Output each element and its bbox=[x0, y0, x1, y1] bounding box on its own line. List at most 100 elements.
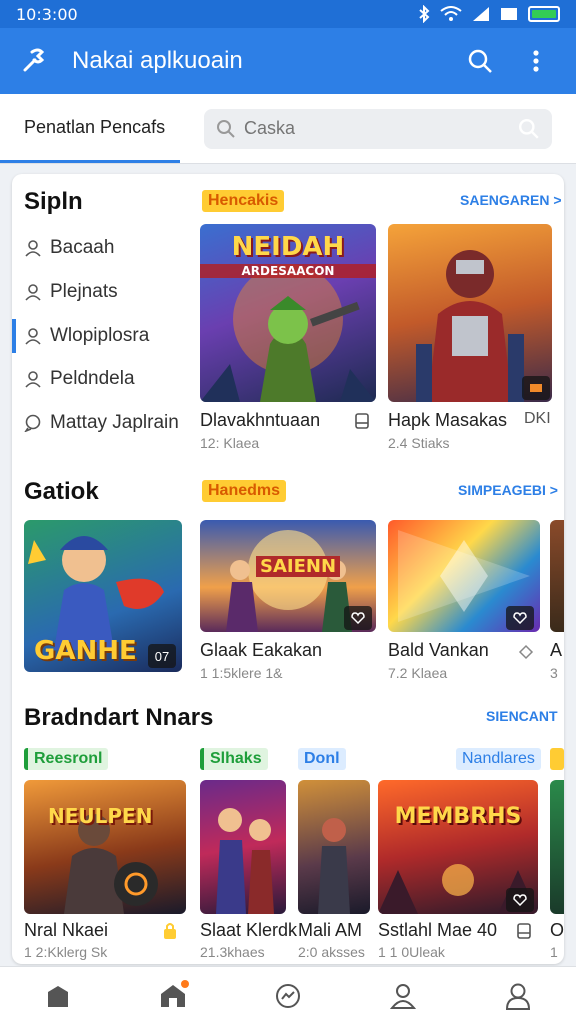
game-thumbnail[interactable] bbox=[550, 780, 564, 914]
nav-home[interactable] bbox=[28, 971, 88, 1021]
game-thumbnail[interactable]: NEULPEN bbox=[24, 780, 186, 914]
download-icon[interactable] bbox=[354, 412, 370, 430]
user-icon bbox=[25, 240, 41, 257]
heart-icon bbox=[351, 612, 365, 624]
game-name[interactable]: Sstlahl Mae 40 bbox=[378, 920, 497, 941]
game-name[interactable]: Hapk Masakas bbox=[388, 410, 507, 431]
game-meta: 1 2:Kklerg Sk bbox=[24, 944, 108, 960]
heart-badge bbox=[506, 888, 534, 912]
heart-badge bbox=[344, 606, 372, 630]
game-art bbox=[216, 808, 274, 914]
more-menu-button[interactable] bbox=[516, 41, 556, 81]
game-meta: 1 1:5klere 1& bbox=[200, 665, 283, 681]
wifi-icon bbox=[440, 6, 462, 21]
tab-active[interactable]: Penatlan Pencafs bbox=[0, 94, 180, 163]
sidebar-item-label: Bacaah bbox=[50, 237, 115, 258]
game-art bbox=[64, 814, 158, 914]
game-thumbnail[interactable]: GANHE 07 bbox=[24, 520, 182, 672]
game-name[interactable]: Mali AM bbox=[298, 920, 362, 941]
rating-value: 07 bbox=[154, 648, 170, 664]
sim-icon bbox=[501, 8, 517, 20]
sidebar-item[interactable]: Peldndela bbox=[24, 362, 190, 396]
heart-icon bbox=[513, 612, 527, 624]
nav-activity[interactable] bbox=[258, 971, 318, 1021]
game-meta: 1 bbox=[550, 944, 558, 960]
rating-badge: 07 bbox=[148, 644, 176, 668]
filter-chip-more[interactable] bbox=[550, 748, 564, 770]
game-name[interactable]: Slaat Klerdk bbox=[200, 920, 297, 941]
game-name[interactable]: Nral Nkaei bbox=[24, 920, 108, 941]
download-icon[interactable] bbox=[516, 922, 532, 940]
badge-icon bbox=[530, 384, 542, 392]
game-name[interactable]: Bald Vankan bbox=[388, 640, 489, 661]
section-title: Gatiok bbox=[24, 478, 99, 505]
sidebar-item[interactable]: Mattay Japlrain bbox=[24, 406, 190, 440]
sidebar-item[interactable]: Bacaah bbox=[24, 231, 190, 265]
game-thumbnail[interactable]: MEMBRHS bbox=[378, 780, 538, 914]
nav-account[interactable] bbox=[488, 971, 548, 1021]
game-thumbnail[interactable] bbox=[200, 780, 286, 914]
game-thumbnail[interactable] bbox=[388, 520, 540, 632]
filter-chip[interactable]: Slhaks bbox=[200, 748, 268, 770]
see-all-link[interactable]: SAENGAREN > bbox=[460, 192, 562, 208]
game-name[interactable]: Glaak Eakakan bbox=[200, 640, 322, 661]
nav-profile[interactable] bbox=[373, 971, 433, 1021]
section-badge: Hencakis bbox=[202, 190, 285, 212]
game-art-title: NEULPEN bbox=[48, 804, 153, 828]
share-icon[interactable] bbox=[518, 644, 534, 660]
user-icon bbox=[25, 328, 41, 345]
search-box[interactable] bbox=[204, 108, 552, 149]
tools-icon[interactable] bbox=[20, 46, 50, 76]
filter-chip[interactable]: Donl bbox=[298, 748, 346, 770]
sidebar-item-label: Plejnats bbox=[50, 281, 118, 302]
edition-badge bbox=[522, 376, 550, 400]
search-icon bbox=[468, 49, 492, 73]
search-submit-icon[interactable] bbox=[518, 118, 540, 140]
status-bar: 10:3:00 bbox=[0, 0, 576, 28]
game-meta: 3 bbox=[550, 665, 558, 681]
game-art-title: MEMBRHS bbox=[394, 804, 522, 829]
user-icon bbox=[25, 284, 41, 301]
filter-chip[interactable]: Nandlares bbox=[456, 748, 541, 770]
lock-icon[interactable] bbox=[162, 922, 178, 940]
heart-badge bbox=[506, 606, 534, 630]
see-all-link[interactable]: SIENCANT bbox=[486, 708, 558, 724]
search-input[interactable] bbox=[244, 118, 518, 139]
sidebar-item[interactable]: Wlopiplosra bbox=[12, 319, 190, 353]
game-meta: 2.4 Stiaks bbox=[388, 435, 450, 451]
status-time: 10:3:00 bbox=[16, 4, 78, 24]
activity-icon bbox=[275, 983, 300, 1008]
profile-icon bbox=[390, 983, 417, 1009]
game-thumbnail[interactable] bbox=[298, 780, 370, 914]
filter-chip[interactable]: Reesronl bbox=[24, 748, 109, 770]
chat-icon bbox=[24, 414, 41, 432]
sidebar-item[interactable]: Plejnats bbox=[24, 275, 190, 309]
signal-icon bbox=[473, 7, 489, 21]
see-all-link[interactable]: SIMPEAGEBI > bbox=[458, 482, 558, 498]
search-button[interactable] bbox=[460, 41, 500, 81]
game-meta: 12: Klaea bbox=[200, 435, 260, 451]
content-card: Sipln Bacaah Plejnats Wlopiplosra Peldnd… bbox=[12, 174, 564, 964]
game-art-title: GANHE bbox=[34, 636, 137, 666]
game-art-subtitle: ARDESAACON bbox=[200, 264, 376, 278]
game-art-title: NEIDAH bbox=[231, 232, 345, 262]
game-name[interactable]: O bbox=[550, 920, 564, 941]
game-thumbnail[interactable]: NEIDAH ARDESAACON bbox=[200, 224, 376, 402]
sidebar-title: Sipln bbox=[24, 188, 83, 215]
more-vertical-icon bbox=[533, 50, 539, 72]
game-thumbnail[interactable]: SAIENN bbox=[200, 520, 376, 632]
heart-icon bbox=[513, 894, 527, 906]
sidebar-item-label: Peldndela bbox=[50, 368, 135, 389]
user-icon bbox=[25, 371, 41, 388]
account-icon bbox=[506, 983, 531, 1010]
game-name[interactable]: A bbox=[550, 640, 562, 661]
bottom-nav bbox=[0, 966, 576, 1024]
section-title: Bradndart Nnars bbox=[24, 704, 214, 731]
battery-icon bbox=[528, 6, 560, 22]
game-name[interactable]: Dlavakhntuaan bbox=[200, 410, 320, 431]
game-meta: 21.3khaes bbox=[200, 944, 265, 960]
game-thumbnail[interactable] bbox=[550, 520, 564, 632]
nav-store[interactable] bbox=[143, 971, 203, 1021]
game-thumbnail[interactable] bbox=[388, 224, 552, 402]
game-art-title: SAIENN bbox=[256, 556, 341, 577]
